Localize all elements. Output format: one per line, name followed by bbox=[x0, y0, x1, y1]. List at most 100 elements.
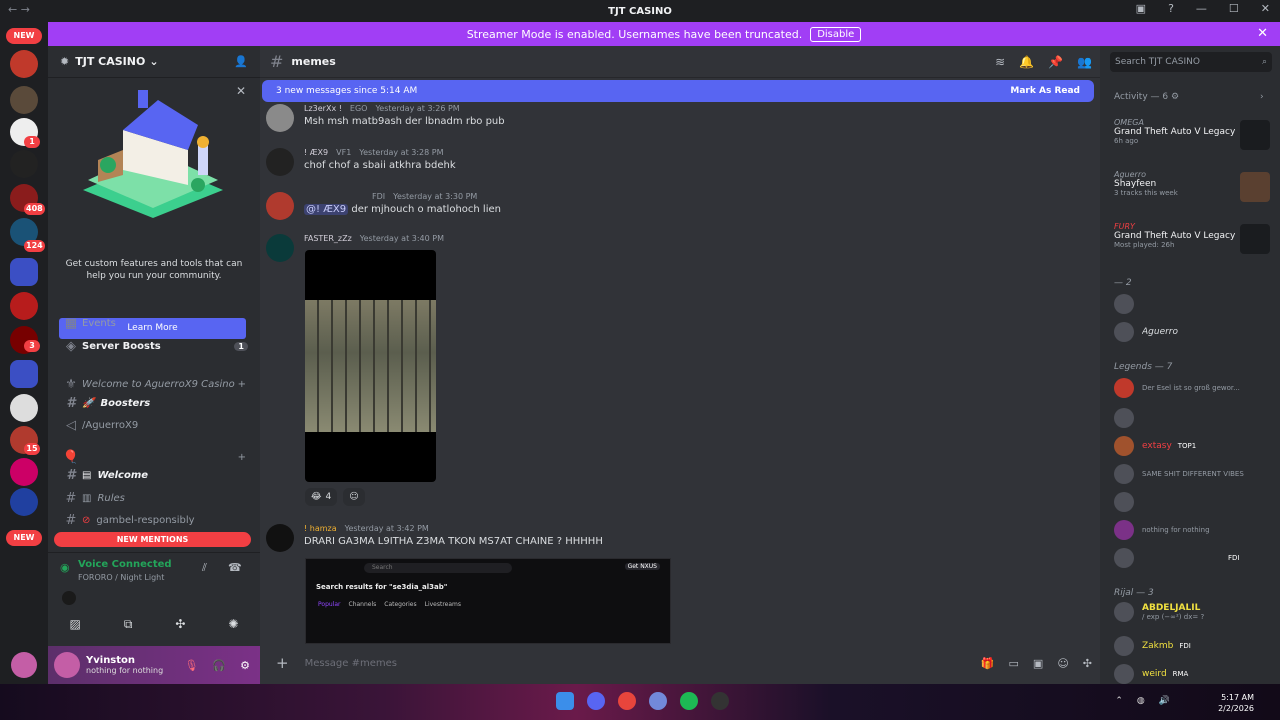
settings-gear-icon[interactable]: ⚙ bbox=[240, 659, 250, 672]
close-window-icon[interactable]: ✕ bbox=[1261, 2, 1270, 15]
network-icon[interactable]: ◍ bbox=[1137, 696, 1145, 706]
member-row[interactable]: FDI bbox=[1114, 548, 1274, 568]
close-banner-icon[interactable]: ✕ bbox=[1257, 26, 1268, 41]
username[interactable]: Yvinston bbox=[86, 655, 163, 666]
gif-icon[interactable]: ▭ bbox=[1009, 657, 1019, 670]
avatar[interactable] bbox=[266, 234, 294, 262]
avatar[interactable] bbox=[266, 192, 294, 220]
server-icon[interactable] bbox=[10, 86, 38, 114]
chevron-right-icon[interactable]: › bbox=[1260, 92, 1264, 102]
discord-alt-icon[interactable] bbox=[649, 692, 667, 710]
new-unreads-pill[interactable]: NEW bbox=[6, 530, 42, 546]
server-icon[interactable] bbox=[10, 150, 38, 178]
activity-card[interactable]: FURY Grand Theft Auto V Legacy Most play… bbox=[1114, 222, 1274, 260]
pin-icon[interactable]: 📌 bbox=[1048, 55, 1063, 69]
message-author[interactable]: ! hamza bbox=[304, 524, 337, 533]
volume-icon[interactable]: 🔊 bbox=[1159, 696, 1170, 706]
discord-icon[interactable] bbox=[587, 692, 605, 710]
voice-user-avatar[interactable] bbox=[62, 591, 76, 605]
search-input[interactable]: Search TJT CASINO ⌕ bbox=[1110, 52, 1272, 72]
folder-icon[interactable] bbox=[10, 258, 38, 286]
disconnect-icon[interactable]: ☎ bbox=[228, 561, 242, 574]
avatar[interactable] bbox=[266, 104, 294, 132]
server-icon[interactable] bbox=[10, 292, 38, 320]
message-composer[interactable]: + Message #memes 🎁 ▭ ▣ ☺ ✣ bbox=[268, 652, 1092, 674]
member-row[interactable] bbox=[1114, 294, 1274, 314]
close-promo-icon[interactable]: ✕ bbox=[236, 84, 246, 98]
deafen-icon[interactable]: 🎧 bbox=[212, 659, 226, 672]
minimize-icon[interactable]: — bbox=[1196, 2, 1207, 15]
reaction-laugh[interactable]: 😂 4 bbox=[305, 488, 338, 506]
member-row[interactable]: weird RMA bbox=[1114, 664, 1274, 684]
member-row[interactable] bbox=[1114, 408, 1274, 428]
add-channel-icon[interactable]: + bbox=[238, 379, 246, 390]
maximize-icon[interactable]: ☐ bbox=[1229, 2, 1239, 15]
member-row[interactable]: ABDELJALIL / exp (−∞²) dx= ? bbox=[1114, 602, 1274, 622]
user-avatar[interactable] bbox=[11, 652, 37, 678]
clock[interactable]: 5:17 AM 2/2/2026 bbox=[1218, 692, 1254, 714]
avatar[interactable] bbox=[54, 652, 80, 678]
member-row[interactable]: extasy TOP1 bbox=[1114, 436, 1274, 456]
chevron-up-icon[interactable]: ⌃ bbox=[1115, 696, 1123, 706]
activity-card[interactable]: Aguerro Shayfeen 3 tracks this week bbox=[1114, 170, 1274, 208]
channel-rules[interactable]: # ▥ Rules bbox=[48, 487, 260, 509]
member-row[interactable]: Der Esel ist so groß gewor... bbox=[1114, 378, 1274, 398]
voice-channel[interactable]: FORORO / Night Light bbox=[78, 573, 164, 582]
member-row[interactable]: Zakmb FDI bbox=[1114, 636, 1274, 656]
user-mention[interactable]: @! ÆX9 bbox=[304, 204, 349, 215]
channel-server-boosts[interactable]: ◈ Server Boosts 1 bbox=[48, 335, 260, 357]
gift-icon[interactable]: 🎁 bbox=[981, 657, 995, 670]
folder-icon[interactable] bbox=[10, 360, 38, 388]
channel-boosters[interactable]: # 🚀 Boosters bbox=[48, 392, 260, 414]
inbox-icon[interactable]: ▣ bbox=[1136, 2, 1146, 15]
composer-placeholder[interactable]: Message #memes bbox=[305, 658, 397, 669]
server-icon[interactable] bbox=[10, 50, 38, 78]
apps-icon[interactable]: ✣ bbox=[1083, 657, 1092, 670]
server-header[interactable]: ✹ TJT CASINO ⌄ 👤 bbox=[48, 46, 260, 78]
video-attachment[interactable] bbox=[305, 250, 436, 482]
emoji-icon[interactable]: ☺ bbox=[1057, 657, 1068, 670]
back-forward-icon[interactable]: ← → bbox=[8, 3, 30, 16]
start-icon[interactable] bbox=[556, 692, 574, 710]
soundboard-icon[interactable]: ✺ bbox=[228, 617, 238, 631]
message-author[interactable]: ! ÆX9 bbox=[304, 148, 328, 157]
member-row[interactable]: SAME SHIT DIFFERENT VIBES bbox=[1114, 464, 1274, 484]
upload-plus-icon[interactable]: + bbox=[276, 654, 289, 672]
activity-card[interactable]: ОMEGA Grand Theft Auto V Legacy 6h ago bbox=[1114, 118, 1274, 156]
member-row[interactable]: Aguerro bbox=[1114, 322, 1274, 342]
new-mentions-pill[interactable]: NEW MENTIONS bbox=[54, 532, 251, 547]
signal-icon[interactable]: ◉ bbox=[60, 561, 70, 574]
new-messages-bar[interactable]: 3 new messages since 5:14 AM Mark As Rea… bbox=[262, 80, 1094, 102]
channel-aguerrox9[interactable]: ◁ /AguerroX9 bbox=[48, 414, 260, 436]
add-reaction-icon[interactable]: ☺ bbox=[343, 488, 365, 506]
message-author[interactable]: FASTER_zZz bbox=[304, 234, 352, 243]
sticker-icon[interactable]: ▣ bbox=[1033, 657, 1043, 670]
camera-off-icon[interactable]: ▨ bbox=[69, 617, 80, 631]
message-author[interactable]: Lz3erXx ! bbox=[304, 104, 342, 113]
channel-events[interactable]: ▦ Events bbox=[48, 312, 260, 334]
threads-icon[interactable]: ≋ bbox=[995, 55, 1005, 69]
member-row[interactable] bbox=[1114, 492, 1274, 512]
app-icon[interactable] bbox=[711, 692, 729, 710]
noise-suppression-icon[interactable]: ⫽ bbox=[202, 561, 207, 575]
channel-welcome[interactable]: # ▤ Welcome bbox=[48, 464, 260, 486]
mark-as-read-button[interactable]: Mark As Read bbox=[1010, 86, 1080, 96]
notifications-icon[interactable]: 🔔 bbox=[1019, 55, 1034, 69]
image-attachment[interactable]: Search Get NXUS Search results for "se3d… bbox=[305, 558, 671, 644]
avatar[interactable] bbox=[266, 148, 294, 176]
help-icon[interactable]: ? bbox=[1168, 2, 1174, 15]
screen-share-icon[interactable]: ⧉ bbox=[124, 617, 133, 632]
chrome-icon[interactable] bbox=[618, 692, 636, 710]
mute-icon[interactable]: 🎙 bbox=[184, 659, 198, 672]
server-icon[interactable] bbox=[10, 488, 38, 516]
activities-icon[interactable]: ✣ bbox=[175, 617, 185, 631]
members-icon[interactable]: 👥 bbox=[1077, 55, 1092, 69]
invite-people-icon[interactable]: 👤 bbox=[234, 55, 248, 68]
server-icon[interactable] bbox=[10, 458, 38, 486]
server-icon[interactable] bbox=[10, 394, 38, 422]
disable-button[interactable]: Disable bbox=[810, 26, 862, 42]
activity-header[interactable]: Activity — 6 ⚙ › bbox=[1114, 92, 1264, 102]
new-unreads-pill[interactable]: NEW bbox=[6, 28, 42, 44]
avatar[interactable] bbox=[266, 524, 294, 552]
spotify-icon[interactable] bbox=[680, 692, 698, 710]
